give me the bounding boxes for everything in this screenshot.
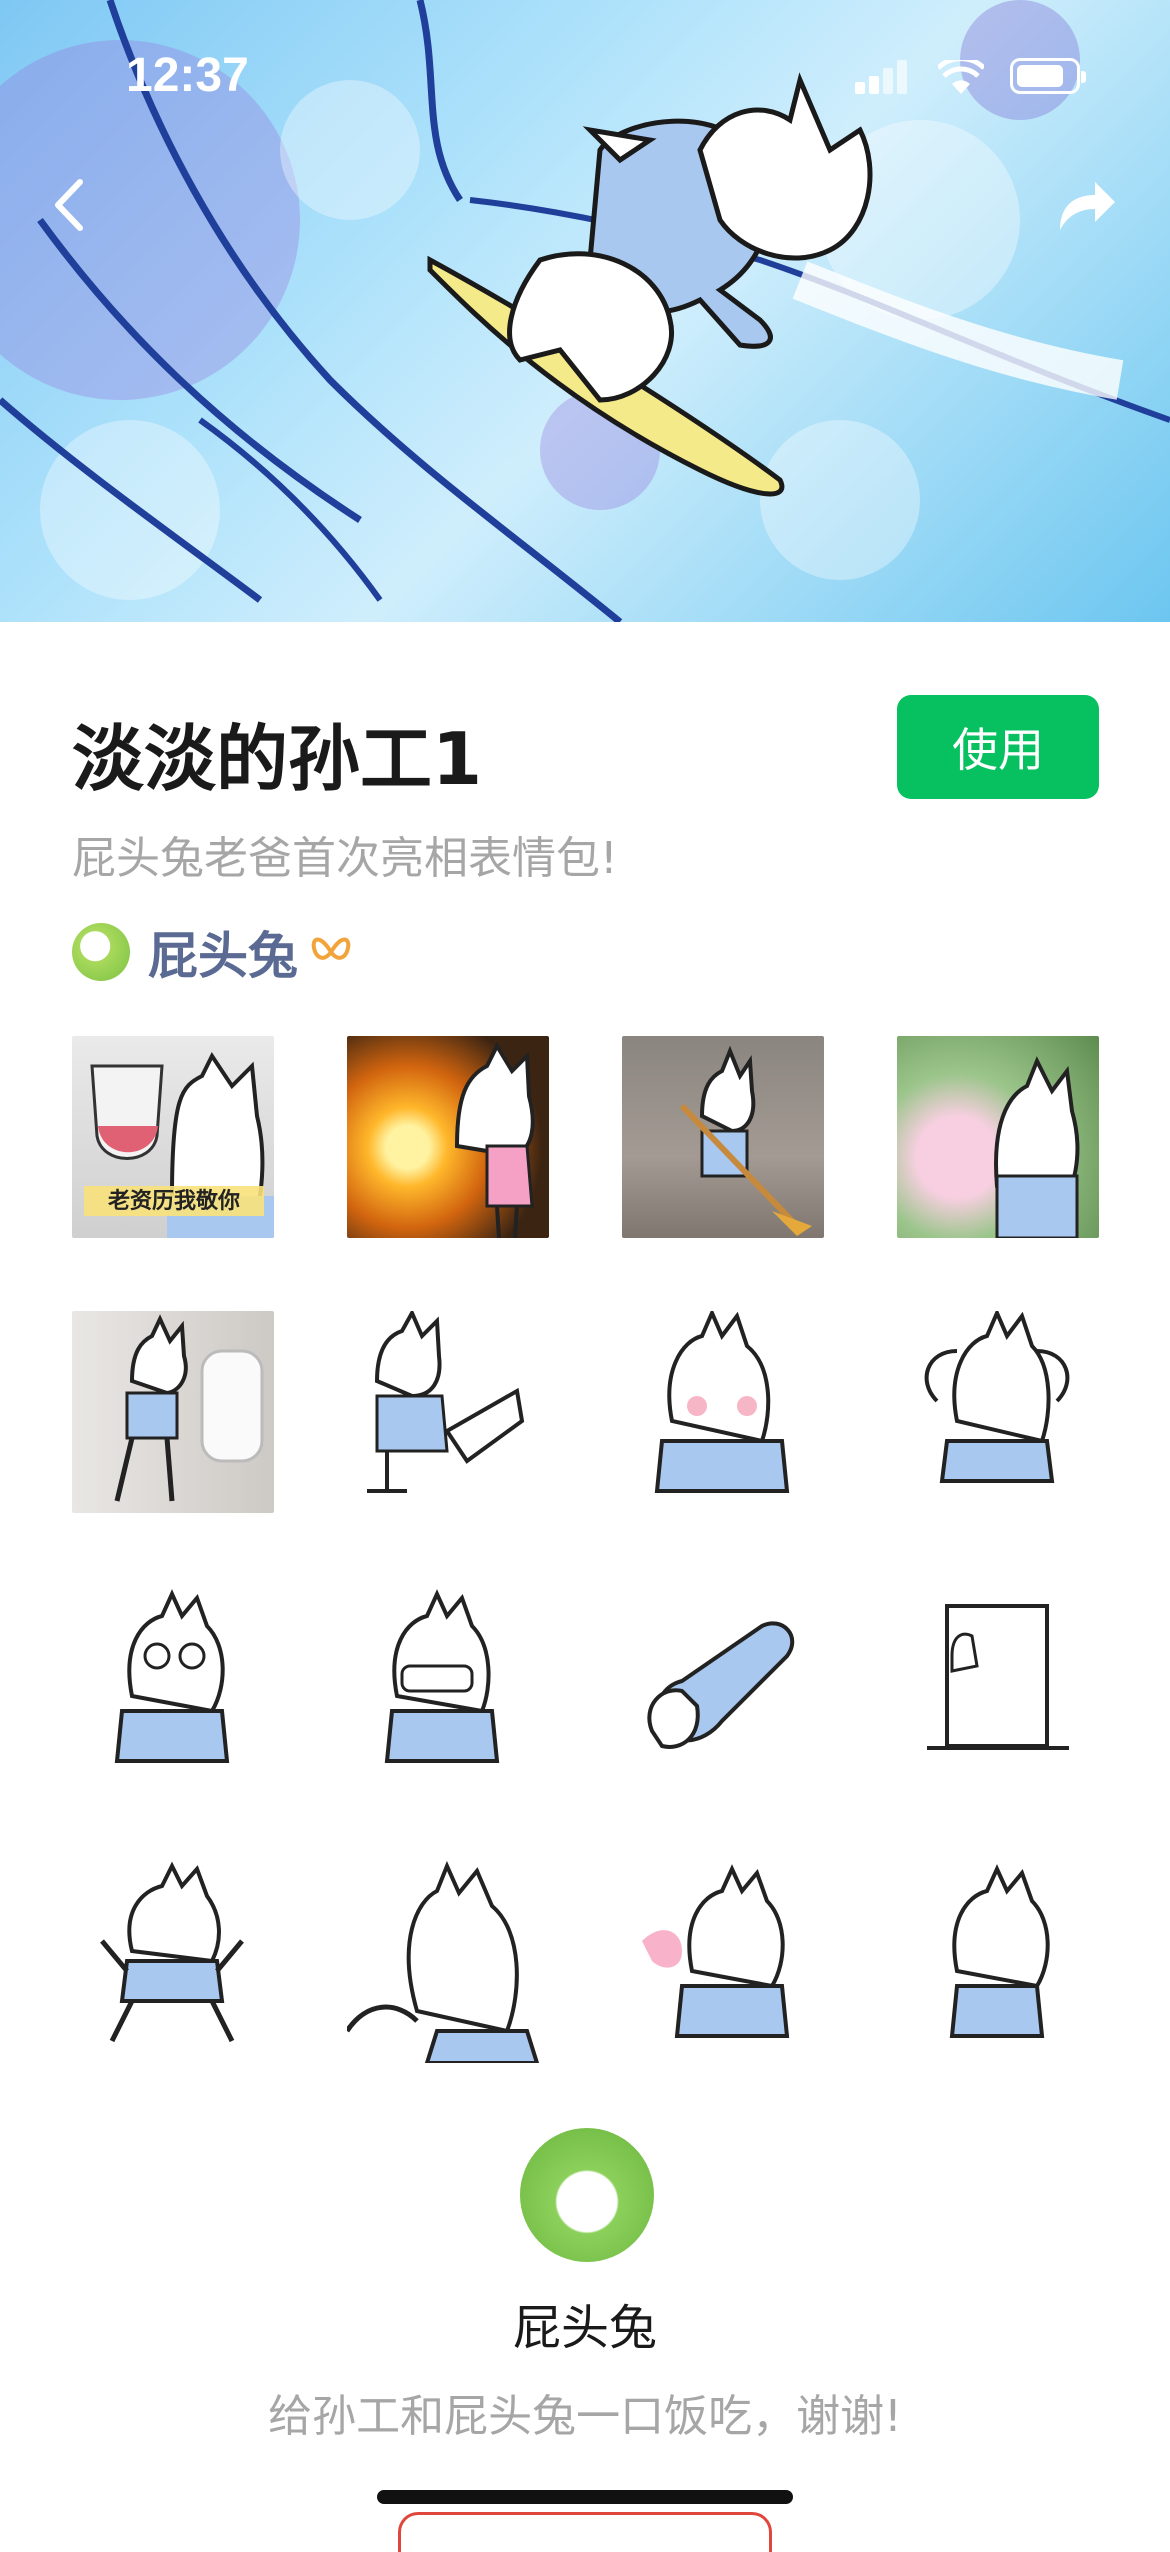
butterfly-badge-icon: [311, 937, 351, 960]
sticker-item[interactable]: [347, 1311, 549, 1513]
sticker-item[interactable]: [897, 1311, 1099, 1513]
chevron-left-icon[interactable]: [40, 170, 100, 240]
author-avatar-large[interactable]: [520, 2128, 654, 2262]
sticker-item[interactable]: [897, 1036, 1099, 1238]
sticker-item[interactable]: [897, 1861, 1099, 2063]
use-button[interactable]: 使用: [897, 695, 1099, 799]
share-arrow-icon[interactable]: [1050, 170, 1120, 240]
wifi-icon: [938, 60, 984, 94]
pack-title: 淡淡的孙工1: [72, 717, 483, 801]
sticker-item[interactable]: [347, 1036, 549, 1238]
sticker-item[interactable]: [347, 1861, 549, 2063]
sticker-item[interactable]: [72, 1861, 274, 2063]
cellular-signal-icon: [855, 60, 915, 94]
sticker-item[interactable]: 老资历我敬你: [72, 1036, 274, 1238]
thanks-text: 给孙工和屁头兔一口饭吃，谢谢!: [268, 2391, 902, 2442]
sticker-item[interactable]: [622, 1861, 824, 2063]
reward-button-edge[interactable]: [398, 2512, 772, 2552]
home-indicator: [377, 2490, 793, 2504]
sticker-item[interactable]: [897, 1586, 1099, 1788]
sticker-item[interactable]: [622, 1586, 824, 1788]
footer-author-name[interactable]: 屁头兔: [0, 2288, 1170, 2358]
author-avatar: [72, 923, 130, 981]
status-bar: 12:37: [0, 0, 1170, 150]
sticker-caption: 老资历我敬你: [107, 1188, 240, 1214]
sticker-item[interactable]: [347, 1586, 549, 1788]
author-name: 屁头兔: [148, 927, 298, 985]
sticker-item[interactable]: [622, 1311, 824, 1513]
battery-icon: [1010, 58, 1086, 94]
pack-subtitle: 屁头兔老爸首次亮相表情包!: [72, 833, 618, 884]
sticker-item[interactable]: [72, 1586, 274, 1788]
sticker-item[interactable]: [622, 1036, 824, 1238]
status-time: 12:37: [126, 49, 249, 102]
sticker-item[interactable]: [72, 1311, 274, 1513]
author-link[interactable]: 屁头兔: [72, 920, 352, 985]
